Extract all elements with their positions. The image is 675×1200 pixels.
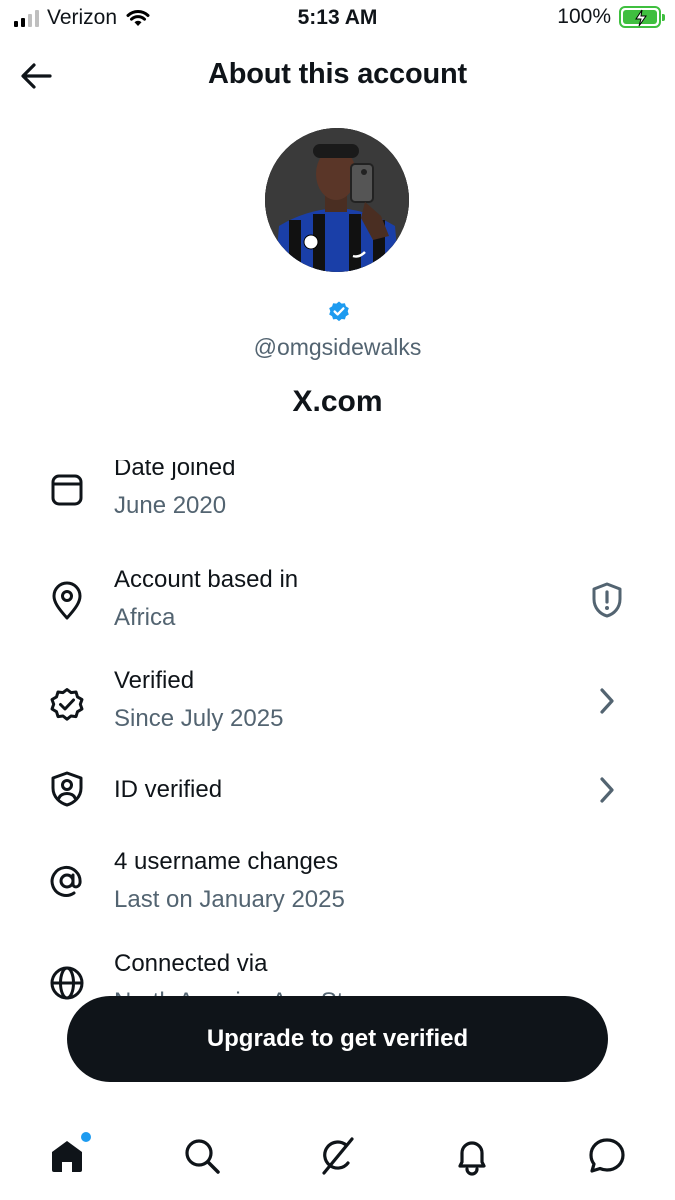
battery-percent: 100% [557, 5, 611, 28]
search-icon [185, 1139, 220, 1174]
account-details-list: Date joined June 2020 Account based in A… [0, 460, 675, 1000]
home-notification-dot [81, 1132, 91, 1142]
verified-badge-icon [329, 301, 349, 322]
tab-home[interactable] [43, 1132, 91, 1180]
detail-title: Account based in [114, 566, 299, 593]
detail-title: Verified [114, 667, 195, 694]
detail-subtitle: Last on January 2025 [114, 886, 345, 913]
detail-subtitle: Africa [114, 604, 176, 631]
home-icon [52, 1141, 82, 1172]
avatar [265, 128, 409, 272]
status-bar-right: 100% [557, 5, 665, 29]
bottom-tab-bar [0, 1118, 675, 1200]
chevron-right-icon [587, 770, 627, 810]
platform-label: X.com [292, 385, 383, 418]
account-handle: @omgsidewalks [253, 334, 422, 360]
detail-title: Connected via [114, 950, 268, 977]
id-shield-icon [46, 768, 88, 810]
page-title: About this account [207, 58, 467, 90]
notifications-icon [458, 1141, 486, 1176]
upgrade-to-get-verified-button[interactable]: Upgrade to get verified [67, 996, 608, 1082]
location-pin-icon [46, 580, 88, 622]
verified-check-icon [46, 683, 88, 725]
status-bar: Verizon 5:13 AM 100% [0, 0, 675, 38]
shield-alert-icon[interactable] [587, 580, 627, 620]
tab-search[interactable] [178, 1132, 226, 1180]
chevron-right-icon [587, 681, 627, 721]
tab-messages[interactable] [583, 1132, 631, 1180]
detail-title: Date joined [114, 460, 236, 481]
detail-subtitle: Since July 2025 [114, 705, 284, 732]
grok-icon [322, 1137, 354, 1175]
tab-notifications[interactable] [448, 1132, 496, 1180]
detail-subtitle: June 2020 [114, 492, 227, 519]
at-sign-icon [46, 860, 88, 902]
battery-charging-icon [619, 6, 665, 28]
header: About this account [0, 48, 675, 104]
globe-icon [46, 962, 88, 1000]
calendar-icon [46, 470, 88, 512]
detail-title: 4 username changes [114, 848, 339, 875]
avatar-photo [265, 128, 409, 272]
tab-grok[interactable] [313, 1132, 361, 1180]
messages-icon [589, 1138, 625, 1173]
detail-title: ID verified [114, 776, 223, 803]
